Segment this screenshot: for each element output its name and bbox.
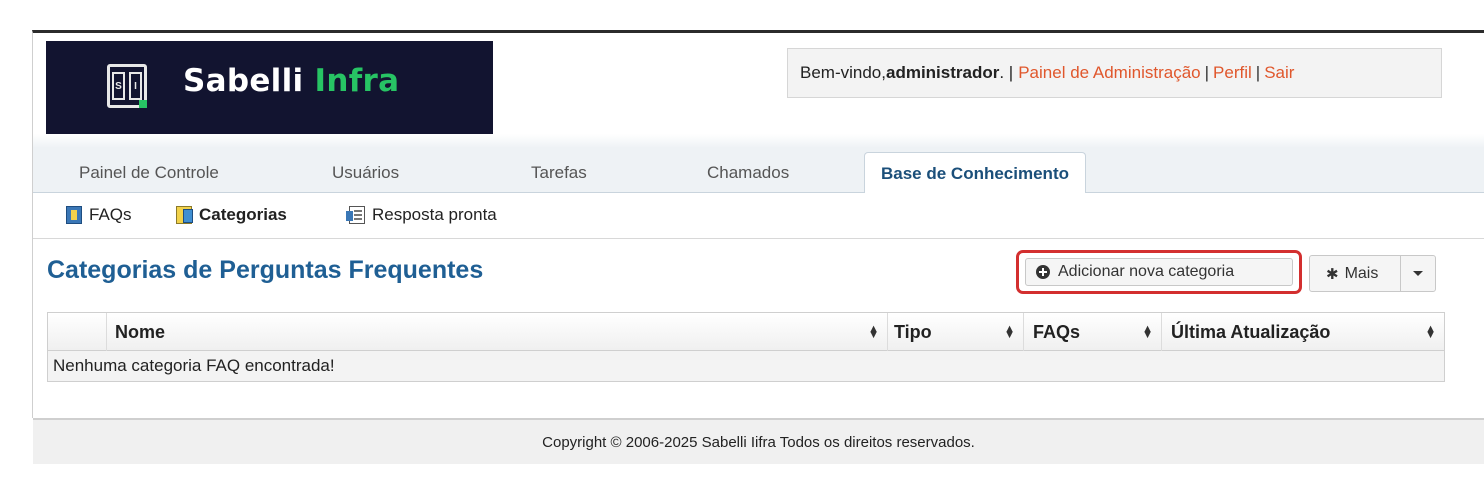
subnav-item-resposta-pronta[interactable]: Resposta pronta bbox=[346, 205, 497, 225]
more-dropdown: ✱ Mais bbox=[1309, 255, 1436, 292]
column-header-faqs[interactable]: FAQs ▲ ▼ bbox=[1023, 313, 1161, 351]
welcome-suffix: . | bbox=[999, 63, 1014, 82]
add-category-button[interactable]: Adicionar nova categoria bbox=[1025, 258, 1293, 286]
add-category-highlight: Adicionar nova categoria bbox=[1016, 250, 1302, 294]
profile-link[interactable]: Perfil bbox=[1213, 63, 1252, 83]
sort-icon: ▲ ▼ bbox=[1004, 323, 1015, 341]
main-tab-bar: Painel de Controle Usuários Tarefas Cham… bbox=[33, 147, 1484, 194]
table-header: Nome ▲ ▼ Tipo ▲ ▼ FAQs ▲ ▼ Última Atualizaç… bbox=[48, 313, 1444, 351]
brand-name-accent: Infra bbox=[314, 63, 400, 99]
tab-tarefas[interactable]: Tarefas bbox=[531, 163, 587, 183]
welcome-prefix: Bem-vindo, bbox=[800, 63, 886, 82]
subnav-label: Categorias bbox=[199, 205, 287, 224]
column-header-tipo[interactable]: Tipo ▲ ▼ bbox=[887, 313, 1023, 351]
logo-dot bbox=[139, 100, 147, 108]
column-header-select bbox=[48, 313, 106, 351]
canned-response-icon bbox=[346, 206, 365, 224]
page-title: Categorias de Perguntas Frequentes bbox=[47, 256, 484, 284]
column-header-nome[interactable]: Nome ▲ ▼ bbox=[106, 313, 887, 351]
column-header-ultima-atualizacao[interactable]: Última Atualização ▲ ▼ bbox=[1161, 313, 1444, 351]
sort-icon: ▲ ▼ bbox=[868, 323, 879, 341]
column-label: FAQs bbox=[1033, 321, 1081, 342]
subnav-label: FAQs bbox=[89, 205, 132, 224]
tab-usuarios[interactable]: Usuários bbox=[332, 163, 399, 183]
sub-navigation: FAQs Categorias Resposta pronta bbox=[33, 193, 1484, 239]
column-label: Tipo bbox=[894, 321, 932, 342]
logo-icon: S I bbox=[107, 64, 147, 108]
footer: Copyright © 2006-2025 Sabelli Iifra Todo… bbox=[33, 418, 1484, 464]
tab-base-de-conhecimento[interactable]: Base de Conhecimento bbox=[864, 152, 1086, 194]
nav-top-strip bbox=[33, 134, 1484, 148]
subnav-item-faqs[interactable]: FAQs bbox=[66, 205, 132, 225]
table-empty-row: Nenhuma categoria FAQ encontrada! bbox=[48, 351, 1444, 381]
logout-link[interactable]: Sair bbox=[1264, 63, 1294, 83]
column-label: Última Atualização bbox=[1171, 321, 1331, 342]
plus-circle-icon bbox=[1036, 265, 1050, 279]
sort-icon: ▲ ▼ bbox=[1425, 323, 1436, 341]
sort-icon: ▲ ▼ bbox=[1142, 323, 1153, 341]
welcome-bar: Bem-vindo, administrador . | Painel de A… bbox=[787, 48, 1442, 98]
tab-painel-de-controle[interactable]: Painel de Controle bbox=[79, 163, 219, 183]
chevron-down-icon bbox=[1413, 271, 1424, 276]
welcome-username: administrador bbox=[885, 63, 1000, 82]
admin-panel-link[interactable]: Painel de Administração bbox=[1018, 63, 1200, 83]
welcome-separator: | bbox=[1204, 63, 1210, 82]
brand-name: Sabelli Infra bbox=[183, 63, 399, 99]
tab-chamados[interactable]: Chamados bbox=[707, 163, 789, 183]
add-category-label: Adicionar nova categoria bbox=[1058, 263, 1235, 280]
faq-icon bbox=[66, 206, 82, 224]
more-button[interactable]: ✱ Mais bbox=[1310, 256, 1402, 291]
more-label: Mais bbox=[1344, 264, 1379, 282]
logo-letter-left: S bbox=[112, 72, 125, 100]
categories-icon bbox=[176, 206, 193, 224]
brand-name-main: Sabelli bbox=[183, 63, 304, 99]
gear-icon: ✱ bbox=[1326, 265, 1339, 283]
welcome-separator: | bbox=[1255, 63, 1261, 82]
more-dropdown-toggle[interactable] bbox=[1401, 271, 1435, 276]
subnav-item-categorias[interactable]: Categorias bbox=[176, 205, 287, 225]
subnav-label: Resposta pronta bbox=[372, 205, 497, 224]
logo-letter-right: I bbox=[129, 72, 142, 100]
categories-table: Nome ▲ ▼ Tipo ▲ ▼ FAQs ▲ ▼ Última Atualizaç… bbox=[47, 312, 1445, 382]
brand-header[interactable]: S I Sabelli Infra bbox=[46, 41, 493, 134]
column-label: Nome bbox=[115, 321, 166, 342]
empty-message: Nenhuma categoria FAQ encontrada! bbox=[53, 356, 335, 375]
copyright-text: Copyright © 2006-2025 Sabelli Iifra Todo… bbox=[542, 433, 975, 451]
